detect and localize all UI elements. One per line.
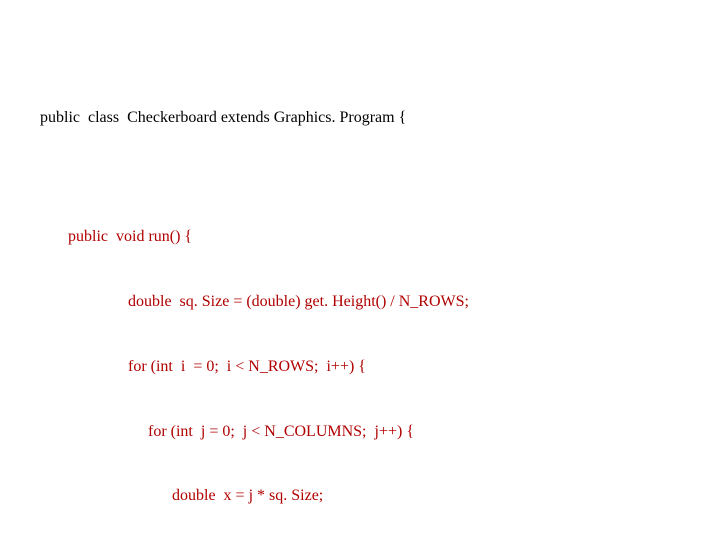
code-line-class-decl: public class Checkerboard extends Graphi… xyxy=(40,107,680,129)
code-line-for-j: for (int j = 0; j < N_COLUMNS; j++) { xyxy=(148,421,680,443)
code-block: public class Checkerboard extends Graphi… xyxy=(40,64,680,540)
blank-line xyxy=(40,172,680,183)
code-line-sqsize: double sq. Size = (double) get. Height()… xyxy=(128,291,680,313)
code-line-x: double x = j * sq. Size; xyxy=(172,485,680,507)
slide: public class Checkerboard extends Graphi… xyxy=(0,0,720,540)
code-line-method-decl: public void run() { xyxy=(68,226,680,248)
code-line-for-i: for (int i = 0; i < N_ROWS; i++) { xyxy=(128,356,680,378)
